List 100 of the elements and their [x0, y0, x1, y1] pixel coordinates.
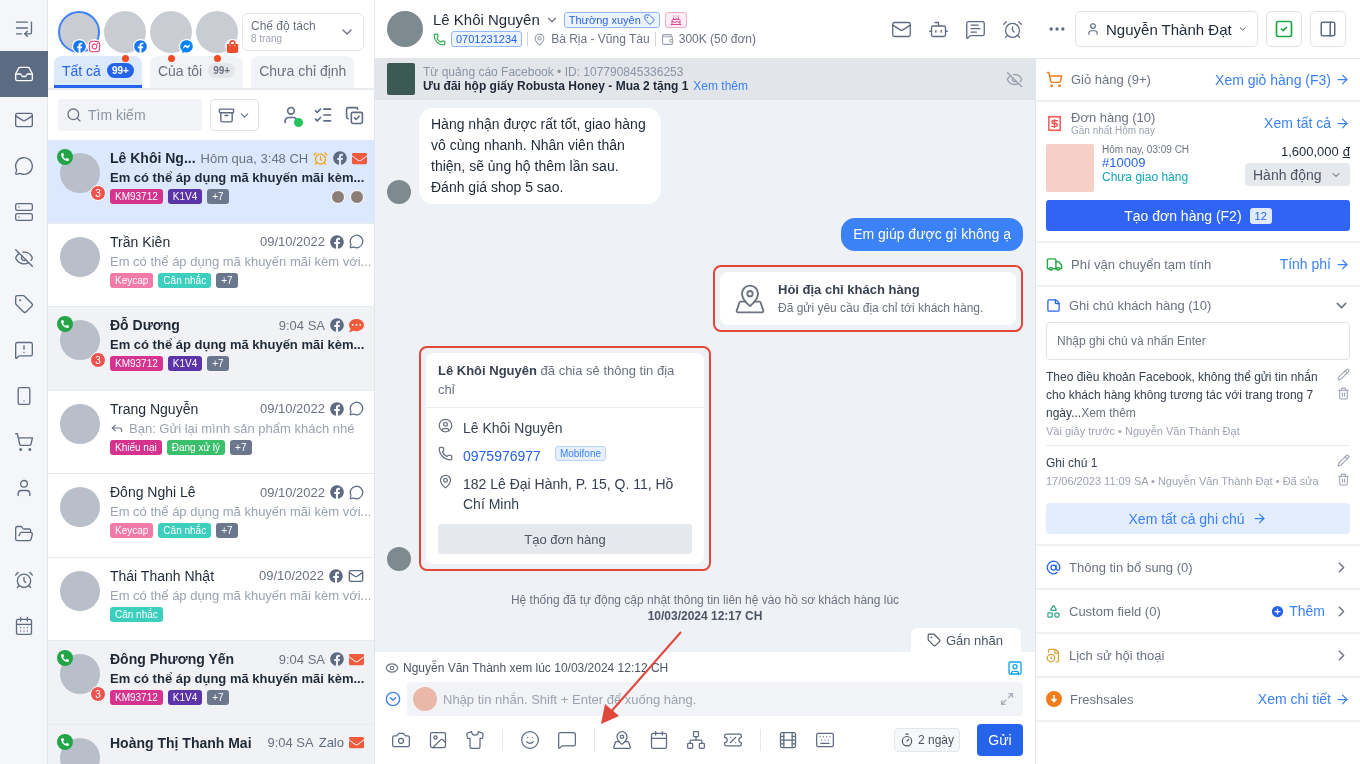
- view-details-link[interactable]: Xem chi tiết: [1257, 691, 1350, 707]
- calculate-fee-link[interactable]: Tính phí: [1279, 256, 1350, 272]
- unread-count: 3: [90, 686, 106, 702]
- inbox-icon[interactable]: [0, 51, 48, 97]
- search-field[interactable]: Tìm kiếm: [58, 99, 202, 131]
- user-status-icon[interactable]: [281, 105, 301, 125]
- tag-icon: [926, 633, 941, 647]
- ad-title: Ưu đãi hộp giấy Robusta Honey - Mua 2 tặng 1: [423, 79, 689, 93]
- message-preview: Em có thể áp dụng mã khuyến mãi kèm...: [110, 337, 365, 352]
- timer-button[interactable]: 2 ngày: [893, 728, 960, 752]
- message-time: 09/10/2022: [259, 401, 325, 416]
- note-icon: [1046, 298, 1061, 313]
- seen-status: Nguyễn Văn Thành xem lúc 10/03/2024 12:12 CH: [403, 661, 669, 675]
- keyboard-icon[interactable]: [815, 730, 835, 750]
- list-checks-icon[interactable]: [313, 105, 333, 125]
- check-icon[interactable]: [1266, 11, 1302, 47]
- mode-dropdown[interactable]: Chế độ tách 8 trang: [242, 12, 364, 51]
- phone-number: 0975976977: [463, 447, 541, 466]
- create-order-button[interactable]: Tạo đơn hàng: [438, 524, 692, 554]
- map-pin-icon: [533, 32, 547, 46]
- card-text: Đã gửi yêu cầu địa chỉ tới khách hàng.: [778, 301, 984, 315]
- arrow-right-icon: [1335, 115, 1350, 131]
- tab[interactable]: Chưa chỉ định: [251, 56, 355, 88]
- location-text: Bà Rịa - Vũng Tàu: [551, 32, 650, 46]
- tag: +7: [207, 189, 229, 204]
- view-cart-link[interactable]: Xem giỏ hàng (F3): [1215, 71, 1350, 88]
- message-preview: Em có thể áp dụng mã khuyến mãi kèm với...: [110, 587, 372, 603]
- message-time: 9:04 SA: [278, 651, 325, 667]
- page-avatar[interactable]: [196, 10, 238, 53]
- message-preview: Bạn: Gửi lại mình sản phẩm khách nhé: [129, 420, 355, 436]
- inbox-filter-dropdown[interactable]: [210, 99, 259, 131]
- avatar: [387, 547, 411, 571]
- avatar: [60, 570, 100, 611]
- tab[interactable]: Của tôi 99+: [149, 56, 244, 88]
- phone-number[interactable]: 0701231234: [451, 31, 523, 47]
- label-button[interactable]: Gắn nhãn: [910, 628, 1021, 652]
- send-button[interactable]: Gửi: [977, 724, 1023, 756]
- contact-name: Lê Khôi Ng...: [110, 150, 196, 166]
- quick-reply-icon[interactable]: [557, 730, 577, 750]
- calendar-icon[interactable]: [649, 730, 669, 750]
- message-icon[interactable]: [965, 18, 986, 40]
- image-icon[interactable]: [428, 730, 448, 750]
- trash-icon[interactable]: [1337, 387, 1350, 400]
- shirt-icon[interactable]: [465, 730, 485, 750]
- message-preview: Em có thể áp dụng mã khuyến mãi kèm...: [110, 671, 365, 686]
- action-dropdown[interactable]: Hành động: [1245, 163, 1350, 186]
- film-icon[interactable]: [778, 730, 798, 750]
- conversation-item[interactable]: 3 Đỗ Dương 9:04 SA Em có thể áp dụng mã khuyến mãi kèm... KM93712 K1V4 +7: [48, 307, 374, 391]
- currency-sign: đ: [1342, 144, 1350, 159]
- badge-icon: [1046, 691, 1062, 707]
- panel-icon[interactable]: [1310, 11, 1346, 47]
- alarm-icon[interactable]: [1002, 18, 1023, 40]
- conversation-item[interactable]: Hoàng Thị Thanh Mai 9:04 SA Zalo: [48, 724, 374, 764]
- view-all-notes-button[interactable]: Xem tất cả ghi chú: [1046, 503, 1350, 534]
- widget-icon[interactable]: [1007, 660, 1023, 676]
- copy-check-icon[interactable]: [345, 105, 364, 125]
- customer-name[interactable]: Lê Khôi Nguyên: [433, 11, 540, 28]
- tag: +7: [207, 690, 229, 705]
- message-preview: Em có thể áp dụng mã khuyến mãi kèm...: [110, 170, 365, 185]
- add-button[interactable]: Thêm: [1270, 603, 1325, 619]
- photo-placeholder: [1046, 144, 1094, 192]
- dropdown-icon[interactable]: [385, 691, 401, 707]
- map-pin-icon[interactable]: [612, 730, 632, 750]
- trash-icon[interactable]: [1337, 473, 1350, 486]
- tag: Đang xử lý: [166, 439, 226, 455]
- conversation-item[interactable]: 3 Đông Phương Yến 9:04 SA Em có thể áp dụng mã khuyến mãi kèm... KM93712 K1V4 +7: [48, 641, 374, 725]
- view-all-link[interactable]: Xem tất cả: [1264, 115, 1350, 131]
- system-time: 10/03/2024 12:17 CH: [646, 609, 764, 623]
- contact-name: Đỗ Dương: [110, 317, 180, 333]
- contact-name: Trần Kiên: [110, 233, 171, 250]
- page-avatar[interactable]: [150, 10, 192, 53]
- page-avatar[interactable]: [104, 10, 146, 53]
- note-input[interactable]: Nhập ghi chú và nhấn Enter: [1046, 322, 1350, 360]
- create-order-button[interactable]: Tạo đơn hàng (F2) 12: [1046, 200, 1350, 231]
- assignee-dropdown[interactable]: Nguyễn Thành Đạt: [1075, 11, 1258, 47]
- see-more-link[interactable]: Xem thêm: [1081, 406, 1136, 420]
- tab[interactable]: Tất cả 99+: [54, 56, 142, 88]
- tag: Keycap: [110, 272, 154, 288]
- message-preview: Em có thể áp dụng mã khuyến mãi kèm với...: [110, 504, 372, 519]
- photo-placeholder: [387, 63, 415, 95]
- viewer-avatar: [350, 189, 364, 204]
- contact-name: Trang Nguyễn: [110, 400, 199, 417]
- card-title: Hỏi địa chỉ khách hàng: [778, 282, 921, 297]
- conversation-item[interactable]: 3 Lê Khôi Ng... Hôm qua, 3:48 CH Em có thể áp dụng mã khuyến mãi kèm... KM93712 K1V4 +7: [48, 140, 374, 224]
- order-code[interactable]: #10009: [1102, 155, 1190, 170]
- section-title: Thông tin bổ sung (0): [1069, 559, 1193, 575]
- camera-icon[interactable]: [391, 730, 411, 750]
- arrow-right-icon: [1335, 691, 1350, 707]
- tag: K1V4: [167, 690, 203, 705]
- phone-icon: [433, 32, 446, 46]
- tag: Cân nhắc: [110, 606, 163, 622]
- see-more-link[interactable]: Xem thêm: [693, 79, 748, 93]
- user-icon: [438, 418, 453, 433]
- emoji-icon[interactable]: [520, 730, 540, 750]
- network-icon[interactable]: [686, 730, 706, 750]
- unread-count: 3: [90, 185, 106, 201]
- arrow-right-icon: [1252, 511, 1268, 526]
- order-time: Hôm nay, 03:09 CH: [1102, 144, 1190, 155]
- note-text: Ghi chú 1: [1046, 455, 1099, 472]
- truck-icon: [1046, 255, 1063, 273]
